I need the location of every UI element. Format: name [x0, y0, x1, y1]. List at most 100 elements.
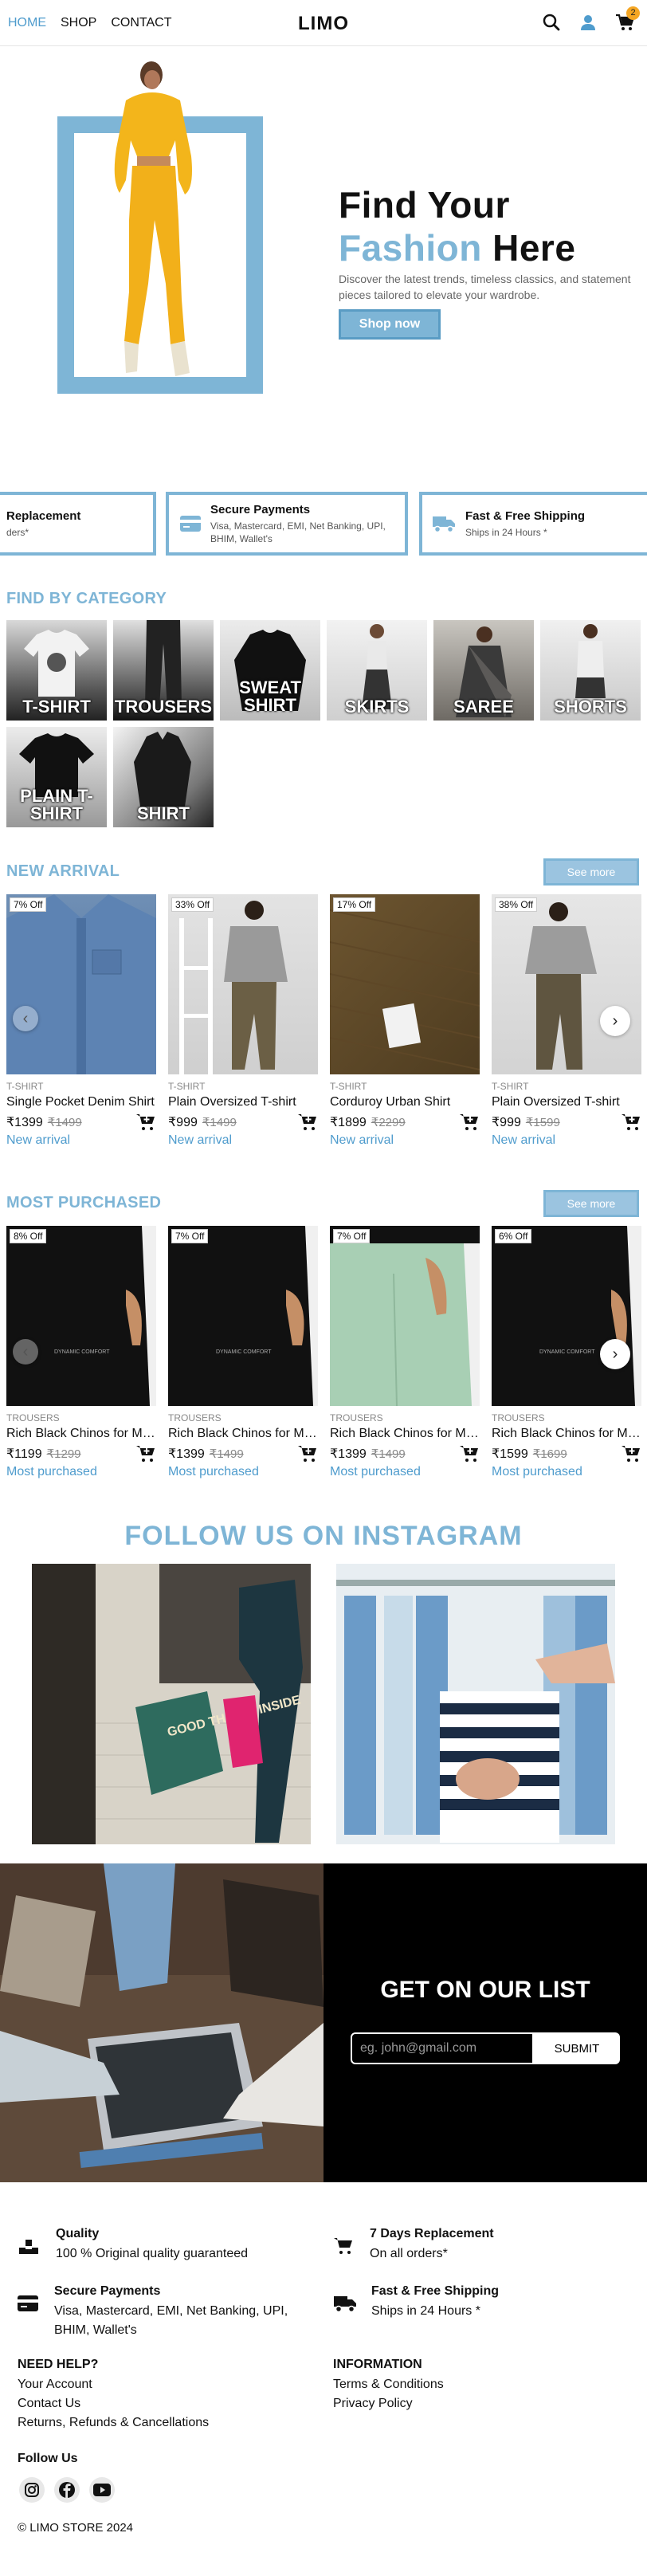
product-name[interactable]: Rich Black Chinos for Men: [492, 1427, 641, 1441]
quality-icon: [19, 2240, 38, 2254]
cart-icon[interactable]: 2: [615, 6, 640, 32]
feature-sub: ders*: [6, 526, 29, 538]
product-card[interactable]: DYNAMIC COMFORT 7% Off TROUSERS Rich Bla…: [168, 1226, 318, 1479]
category-shorts[interactable]: SHORTS: [540, 620, 641, 721]
product-category: T-SHIRT: [330, 1081, 367, 1092]
section-title-categories: FIND BY CATEGORY: [6, 590, 167, 607]
footer-link-contact[interactable]: Contact Us: [18, 2394, 80, 2413]
product-category: T-SHIRT: [6, 1081, 44, 1092]
carousel-next-icon[interactable]: ›: [600, 1339, 630, 1369]
product-old-price: ₹1599: [525, 1116, 560, 1129]
footer-feature-replacement: 7 Days Replacement On all orders*: [333, 2227, 494, 2264]
product-category: T-SHIRT: [492, 1081, 529, 1092]
product-name[interactable]: Plain Oversized T-shirt: [492, 1095, 641, 1109]
add-to-cart-icon[interactable]: [135, 1113, 156, 1132]
instagram-title: FOLLOW US ON INSTAGRAM: [124, 1521, 523, 1551]
category-tshirt[interactable]: T-SHIRT: [6, 620, 107, 721]
category-label: PLAIN T-SHIRT: [20, 786, 93, 823]
product-card[interactable]: 7% Off ‹ T-SHIRT Single Pocket Denim Shi…: [6, 894, 156, 1148]
product-image[interactable]: 7% Off: [330, 1226, 480, 1406]
hero-title-line2: Here: [492, 227, 576, 269]
shop-now-button[interactable]: Shop now: [339, 309, 441, 340]
product-old-price: ₹1699: [532, 1447, 567, 1461]
product-image[interactable]: DYNAMIC COMFORT 8% Off ‹: [6, 1226, 156, 1406]
product-tag: Most purchased: [168, 1465, 259, 1478]
most-purchased-see-more-button[interactable]: See more: [543, 1190, 639, 1217]
youtube-icon[interactable]: [89, 2477, 115, 2503]
product-image[interactable]: 17% Off: [330, 894, 480, 1074]
instagram-post-image[interactable]: GOOD THINGS INSIDE: [32, 1564, 311, 1844]
product-name[interactable]: Rich Black Chinos for Men: [168, 1427, 318, 1441]
category-sweatshirt[interactable]: SWEAT SHIRT: [220, 620, 320, 721]
facebook-icon[interactable]: [54, 2477, 80, 2503]
product-image[interactable]: 7% Off ‹: [6, 894, 156, 1074]
product-name[interactable]: Plain Oversized T-shirt: [168, 1095, 318, 1109]
product-image[interactable]: 33% Off: [168, 894, 318, 1074]
add-to-cart-icon[interactable]: [621, 1113, 641, 1132]
add-to-cart-icon[interactable]: [135, 1444, 156, 1463]
product-tag: New arrival: [492, 1133, 556, 1147]
product-card[interactable]: 33% Off T-SHIRT Plain Oversized T-shirt …: [168, 894, 318, 1148]
product-name[interactable]: Rich Black Chinos for Men: [6, 1427, 156, 1441]
product-card[interactable]: 17% Off T-SHIRT Corduroy Urban Shirt ₹18…: [330, 894, 480, 1148]
hero-title: Find Your Fashion Here: [339, 183, 575, 269]
discount-badge: 6% Off: [495, 1229, 532, 1243]
feature-title: Replacement: [6, 509, 81, 523]
category-skirts[interactable]: SKIRTS: [327, 620, 427, 721]
hero-subtitle: Discover the latest trends, timeless cla…: [339, 273, 631, 301]
category-label: SHORTS: [554, 697, 627, 717]
footer-link-returns[interactable]: Returns, Refunds & Cancellations: [18, 2413, 209, 2433]
product-name[interactable]: Single Pocket Denim Shirt: [6, 1095, 156, 1109]
email-input[interactable]: eg. john@gmail.com: [351, 2032, 534, 2064]
add-to-cart-icon[interactable]: [459, 1444, 480, 1463]
discount-badge: 33% Off: [171, 897, 214, 912]
discount-badge: 17% Off: [333, 897, 376, 912]
discount-badge: 7% Off: [10, 897, 47, 912]
product-card[interactable]: DYNAMIC COMFORT 8% Off ‹ TROUSERS Rich B…: [6, 1226, 156, 1479]
footer-feature-quality: Quality 100 % Original quality guaranteed: [18, 2227, 248, 2264]
carousel-prev-icon[interactable]: ‹: [13, 1006, 38, 1031]
feature-card-shipping: Fast & Free Shipping Ships in 24 Hours *: [419, 492, 647, 556]
product-old-price: ₹1499: [371, 1447, 406, 1461]
discount-badge: 7% Off: [171, 1229, 209, 1243]
instagram-icon[interactable]: [19, 2477, 45, 2503]
product-image[interactable]: DYNAMIC COMFORT 7% Off: [168, 1226, 318, 1406]
footer-link-privacy[interactable]: Privacy Policy: [333, 2394, 413, 2413]
discount-badge: 8% Off: [10, 1229, 47, 1243]
instagram-post-image[interactable]: [336, 1564, 615, 1844]
product-card[interactable]: DYNAMIC COMFORT 6% Off › TROUSERS Rich B…: [492, 1226, 641, 1479]
product-card[interactable]: 38% Off › T-SHIRT Plain Oversized T-shir…: [492, 894, 641, 1148]
add-to-cart-icon[interactable]: [621, 1444, 641, 1463]
product-image[interactable]: DYNAMIC COMFORT 6% Off ›: [492, 1226, 641, 1406]
category-saree[interactable]: SAREE: [433, 620, 534, 721]
footer-link-terms[interactable]: Terms & Conditions: [333, 2375, 444, 2394]
product-old-price: ₹1299: [46, 1447, 81, 1461]
hero-title-line1: Find Your: [339, 184, 510, 226]
product-category: T-SHIRT: [168, 1081, 206, 1092]
product-tag: Most purchased: [6, 1465, 97, 1478]
category-shirt[interactable]: SHIRT: [113, 727, 214, 827]
product-tag: New arrival: [168, 1133, 233, 1147]
product-name[interactable]: Rich Black Chinos for Men: [330, 1427, 480, 1441]
svg-text:DYNAMIC COMFORT: DYNAMIC COMFORT: [539, 1349, 595, 1355]
section-title-most-purchased: MOST PURCHASED: [6, 1194, 162, 1211]
product-old-price: ₹1499: [202, 1116, 237, 1129]
product-category: TROUSERS: [168, 1412, 222, 1423]
discount-badge: 7% Off: [333, 1229, 371, 1243]
feature-card-replacement: Replacement ders*: [0, 492, 156, 556]
product-card[interactable]: 7% Off TROUSERS Rich Black Chinos for Me…: [330, 1226, 480, 1479]
footer-link-account[interactable]: Your Account: [18, 2375, 92, 2394]
carousel-prev-icon[interactable]: ‹: [13, 1339, 38, 1365]
category-trousers[interactable]: TROUSERS: [113, 620, 214, 721]
carousel-next-icon[interactable]: ›: [600, 1006, 630, 1036]
add-to-cart-icon[interactable]: [459, 1113, 480, 1132]
add-to-cart-icon[interactable]: [297, 1444, 318, 1463]
add-to-cart-icon[interactable]: [297, 1113, 318, 1132]
category-plain-tshirt[interactable]: PLAIN T-SHIRT: [6, 727, 107, 827]
user-icon[interactable]: [578, 13, 598, 32]
submit-button[interactable]: SUBMIT: [534, 2032, 620, 2064]
search-icon[interactable]: [542, 13, 561, 32]
product-image[interactable]: 38% Off ›: [492, 894, 641, 1074]
new-arrival-see-more-button[interactable]: See more: [543, 858, 639, 886]
product-name[interactable]: Corduroy Urban Shirt: [330, 1095, 480, 1109]
